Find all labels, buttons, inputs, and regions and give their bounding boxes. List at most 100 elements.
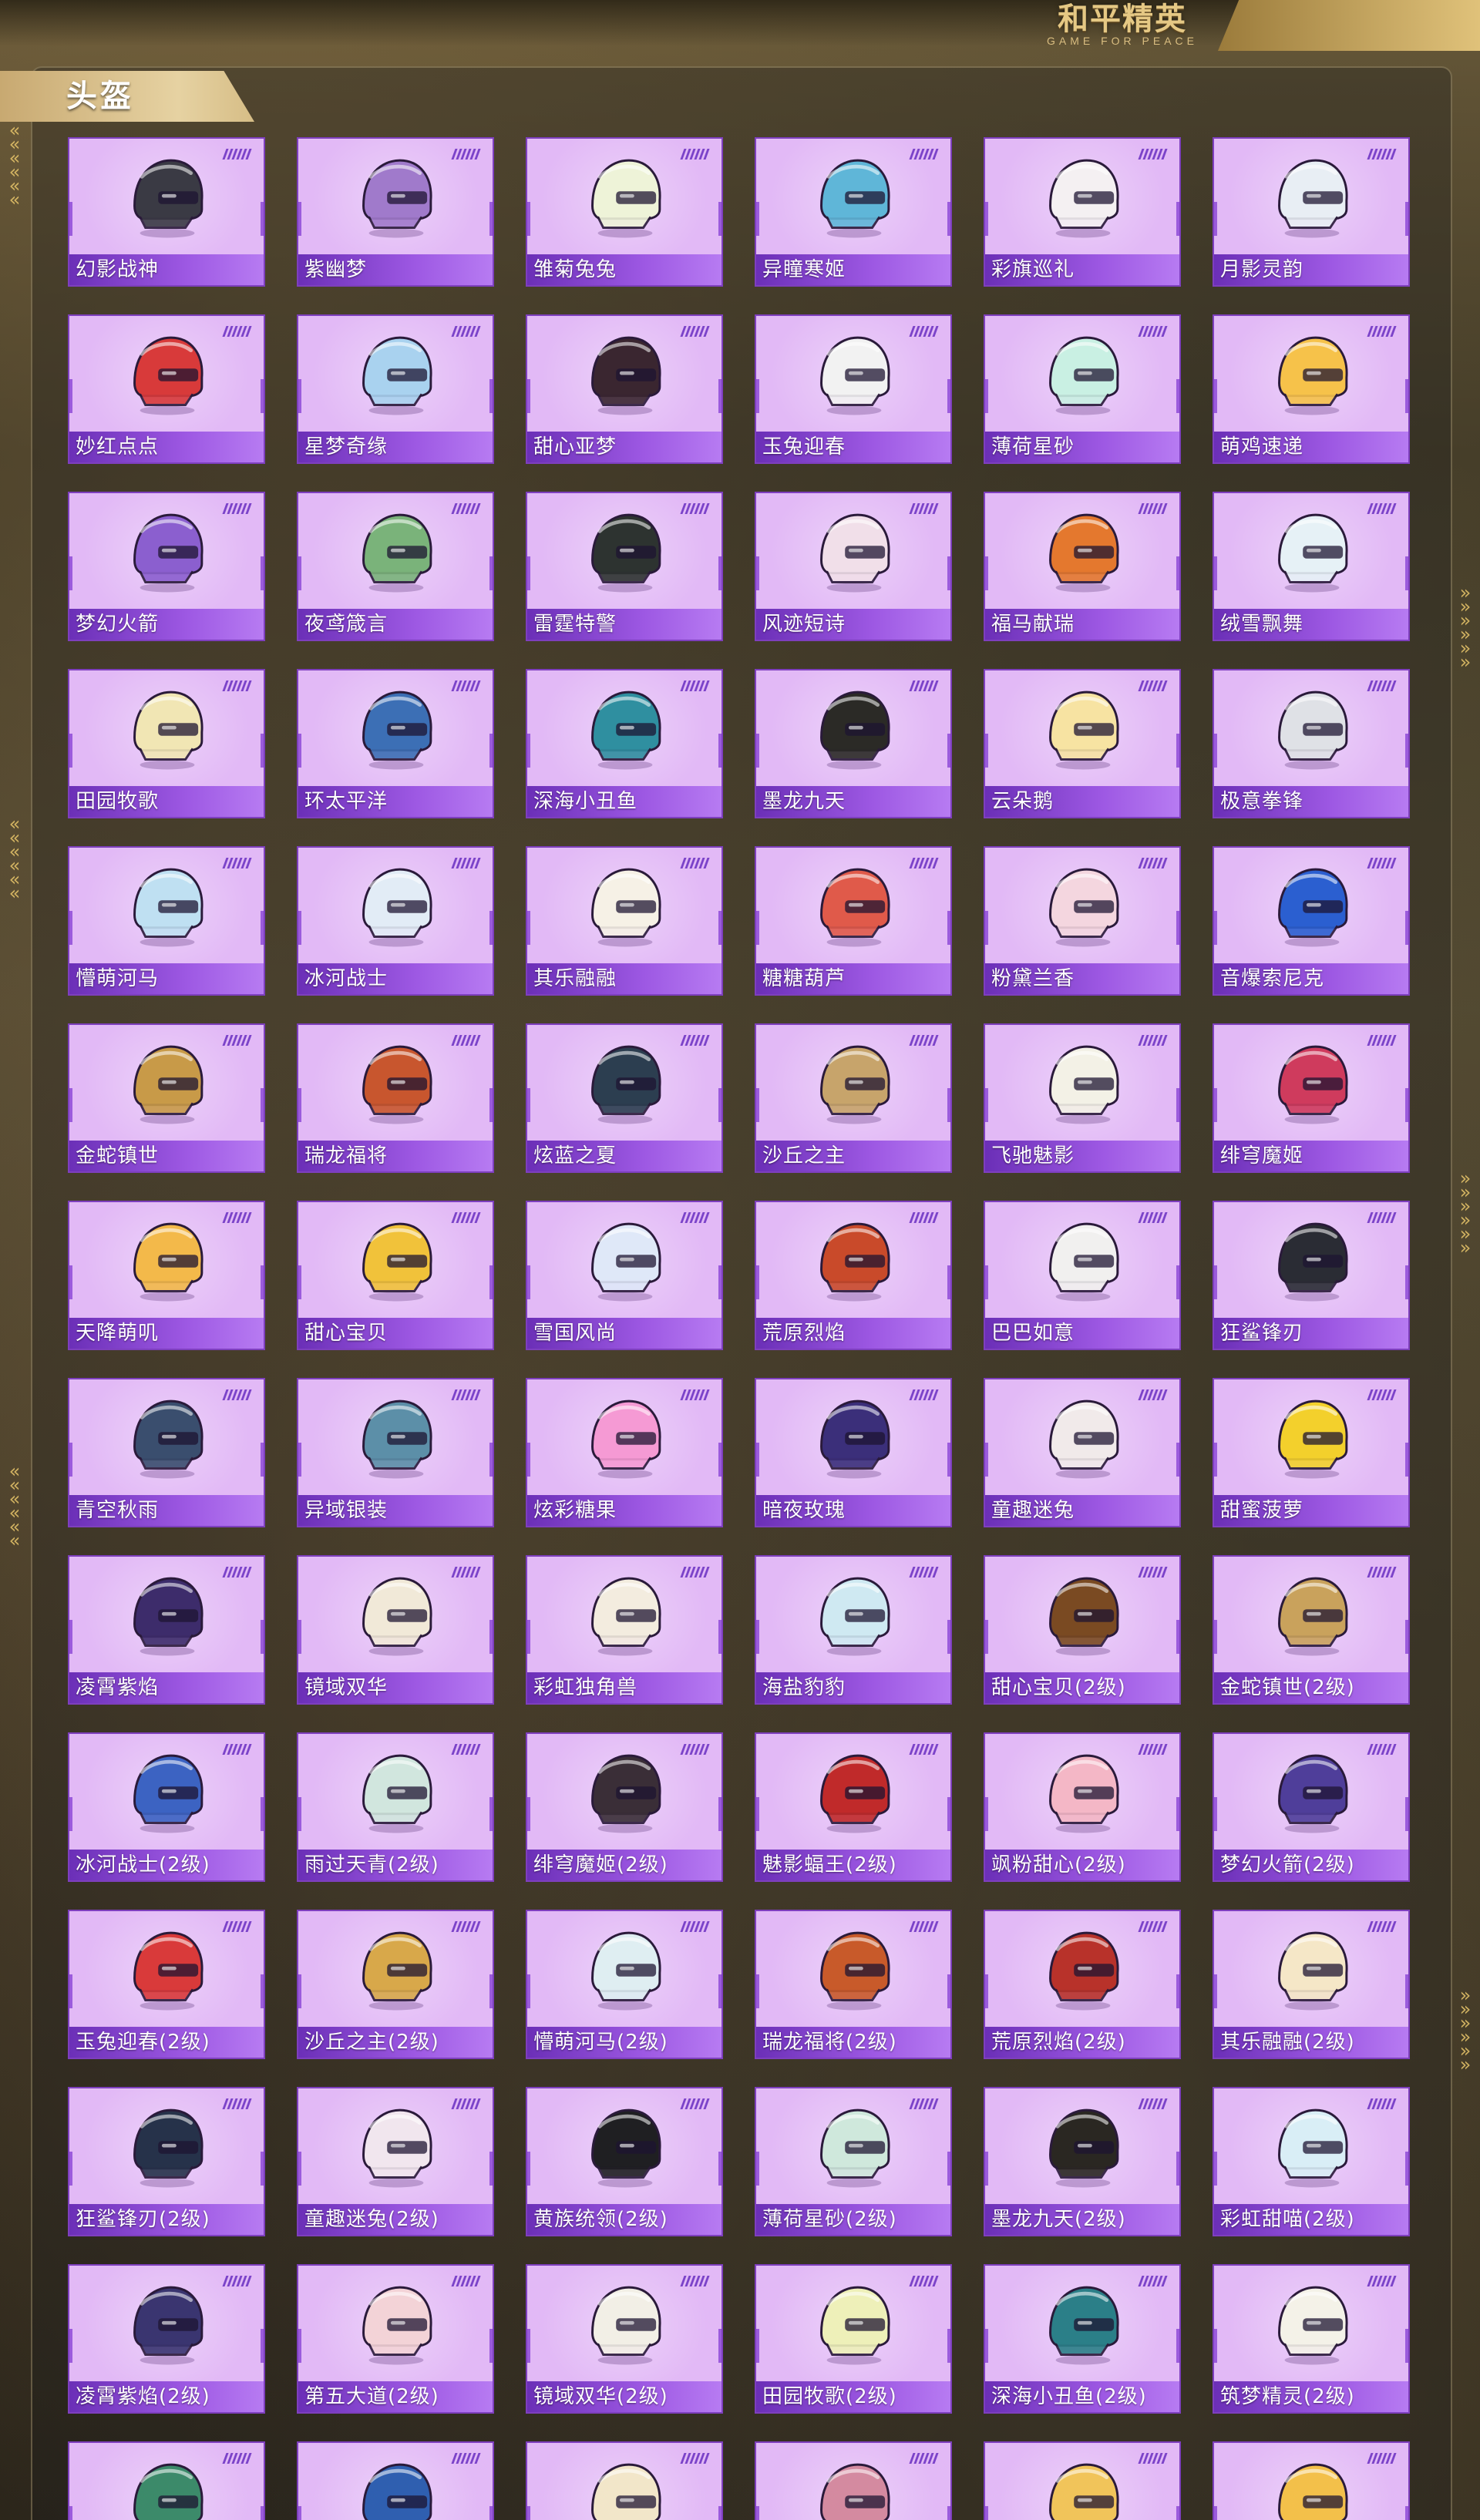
helmet-card[interactable]: 极意拳锋 (1213, 669, 1410, 818)
helmet-card[interactable]: 沙丘之主 (755, 1023, 952, 1173)
helmet-card[interactable]: 巴巴如意 (984, 1201, 1181, 1350)
card-edge-decor (1176, 2152, 1179, 2186)
helmet-card[interactable]: 糖糖葫芦 (755, 846, 952, 996)
helmet-card[interactable]: 音爆索尼克 (1213, 846, 1410, 996)
helmet-card[interactable]: 镜域双华(2级) (526, 2264, 723, 2414)
helmet-name: 童趣迷兔 (991, 1499, 1075, 1522)
helmet-card[interactable]: 彩虹甜喵(2级) (1213, 2087, 1410, 2236)
card-edge-decor (1176, 202, 1179, 236)
helmet-card[interactable]: 第五大道(2级) (297, 2264, 494, 2414)
helmet-card[interactable]: 黄族统领(2级) (526, 2087, 723, 2236)
helmet-card[interactable]: 妙红点点 (68, 314, 265, 464)
helmet-card[interactable]: 深海小丑鱼 (526, 669, 723, 818)
helmet-card[interactable]: 瑞龙福将 (297, 1023, 494, 1173)
card-edge-decor (261, 202, 264, 236)
helmet-card[interactable]: 甜心宝贝 (297, 1201, 494, 1350)
card-edge-decor (756, 556, 759, 590)
helmet-card[interactable]: 彩虹独角兽 (526, 1555, 723, 1705)
helmet-card[interactable]: 童趣迷兔(2级) (297, 2087, 494, 2236)
helmet-card[interactable]: 甜心宝贝(2级) (984, 1555, 1181, 1705)
helmet-card[interactable]: 玉兔迎春(2级) (68, 1910, 265, 2059)
helmet-card[interactable]: 云朵鹅 (984, 669, 1181, 818)
helmet-card[interactable]: 暗夜玫瑰 (755, 1378, 952, 1527)
helmet-card[interactable]: 雪国风尚 (526, 1201, 723, 1350)
helmet-icon (809, 504, 900, 595)
helmet-card[interactable]: 福马献瑞 (984, 492, 1181, 641)
rarity-stripes-icon (909, 1743, 939, 1755)
helmet-card[interactable]: 绯穹魔姬(2级) (526, 1732, 723, 1882)
helmet-name: 环太平洋 (304, 790, 388, 813)
helmet-card[interactable]: 粉黛兰香 (984, 846, 1181, 996)
helmet-card[interactable]: 幻影战神 (68, 137, 265, 287)
helmet-card[interactable]: 墨龙九天 (755, 669, 952, 818)
helmet-card[interactable]: 风迹短诗 (755, 492, 952, 641)
helmet-card[interactable]: 炫蓝之夏 (526, 1023, 723, 1173)
helmet-card[interactable] (68, 2441, 265, 2520)
helmet-card[interactable]: 异瞳寒姬 (755, 137, 952, 287)
helmet-card[interactable]: 深海小丑鱼(2级) (984, 2264, 1181, 2414)
helmet-card[interactable]: 夜鸢箴言 (297, 492, 494, 641)
helmet-card[interactable]: 月影灵韵 (1213, 137, 1410, 287)
helmet-card[interactable]: 凌霄紫焰(2级) (68, 2264, 265, 2414)
helmet-card[interactable]: 镜域双华 (297, 1555, 494, 1705)
helmet-card[interactable]: 炫彩糖果 (526, 1378, 723, 1527)
helmet-card[interactable]: 瑞龙福将(2级) (755, 1910, 952, 2059)
helmet-card[interactable]: 魅影蝠王(2级) (755, 1732, 952, 1882)
helmet-card[interactable]: 甜蜜菠萝 (1213, 1378, 1410, 1527)
helmet-card[interactable]: 荒原烈焰 (755, 1201, 952, 1350)
helmet-card[interactable]: 绯穹魔姬 (1213, 1023, 1410, 1173)
helmet-card[interactable]: 彩旗巡礼 (984, 137, 1181, 287)
helmet-card[interactable]: 其乐融融 (526, 846, 723, 996)
helmet-card[interactable]: 梦幻火箭 (68, 492, 265, 641)
card-edge-decor (718, 556, 722, 590)
rarity-stripes-icon (222, 2098, 252, 2109)
helmet-card[interactable] (526, 2441, 723, 2520)
card-edge-decor (527, 2506, 530, 2520)
helmet-card[interactable]: 冰河战士(2级) (68, 1732, 265, 1882)
helmet-card[interactable]: 墨龙九天(2级) (984, 2087, 1181, 2236)
helmet-card[interactable]: 绒雪飘舞 (1213, 492, 1410, 641)
helmet-card[interactable]: 田园牧歌(2级) (755, 2264, 952, 2414)
helmet-card[interactable]: 童趣迷兔 (984, 1378, 1181, 1527)
rarity-stripes-icon (222, 1566, 252, 1578)
helmet-name: 彩虹独角兽 (533, 1676, 638, 1699)
helmet-card[interactable]: 懵萌河马(2级) (526, 1910, 723, 2059)
helmet-card[interactable]: 薄荷星砂(2级) (755, 2087, 952, 2236)
helmet-card[interactable]: 梦幻火箭(2级) (1213, 1732, 1410, 1882)
helmet-card[interactable]: 星梦奇缘 (297, 314, 494, 464)
helmet-card[interactable]: 狂鲨锋刃 (1213, 1201, 1410, 1350)
helmet-card[interactable] (755, 2441, 952, 2520)
helmet-card[interactable]: 田园牧歌 (68, 669, 265, 818)
helmet-card[interactable]: 异域银装 (297, 1378, 494, 1527)
helmet-card[interactable]: 海盐豹豹 (755, 1555, 952, 1705)
helmet-card[interactable] (984, 2441, 1181, 2520)
helmet-card[interactable]: 紫幽梦 (297, 137, 494, 287)
helmet-card[interactable]: 沙丘之主(2级) (297, 1910, 494, 2059)
helmet-card[interactable]: 薄荷星砂 (984, 314, 1181, 464)
helmet-card[interactable]: 狂鲨锋刃(2级) (68, 2087, 265, 2236)
helmet-card[interactable]: 环太平洋 (297, 669, 494, 818)
helmet-card[interactable]: 筑梦精灵(2级) (1213, 2264, 1410, 2414)
helmet-card[interactable]: 飒粉甜心(2级) (984, 1732, 1181, 1882)
rarity-stripes-icon (909, 148, 939, 160)
rarity-stripes-icon (909, 325, 939, 337)
helmet-card[interactable] (297, 2441, 494, 2520)
helmet-card[interactable] (1213, 2441, 1410, 2520)
helmet-card[interactable]: 雏菊兔兔 (526, 137, 723, 287)
helmet-card[interactable]: 青空秋雨 (68, 1378, 265, 1527)
helmet-card[interactable]: 凌霄紫焰 (68, 1555, 265, 1705)
helmet-card[interactable]: 金蛇镇世(2级) (1213, 1555, 1410, 1705)
helmet-card[interactable]: 飞驰魅影 (984, 1023, 1181, 1173)
helmet-card[interactable]: 冰河战士 (297, 846, 494, 996)
helmet-card[interactable]: 雷霆特警 (526, 492, 723, 641)
helmet-card[interactable]: 甜心亚梦 (526, 314, 723, 464)
helmet-name: 妙红点点 (76, 435, 160, 459)
helmet-card[interactable]: 金蛇镇世 (68, 1023, 265, 1173)
helmet-card[interactable]: 荒原烈焰(2级) (984, 1910, 1181, 2059)
helmet-card[interactable]: 萌鸡速递 (1213, 314, 1410, 464)
helmet-card[interactable]: 懵萌河马 (68, 846, 265, 996)
helmet-card[interactable]: 玉兔迎春 (755, 314, 952, 464)
helmet-card[interactable]: 其乐融融(2级) (1213, 1910, 1410, 2059)
helmet-card[interactable]: 雨过天青(2级) (297, 1732, 494, 1882)
helmet-card[interactable]: 天降萌叽 (68, 1201, 265, 1350)
